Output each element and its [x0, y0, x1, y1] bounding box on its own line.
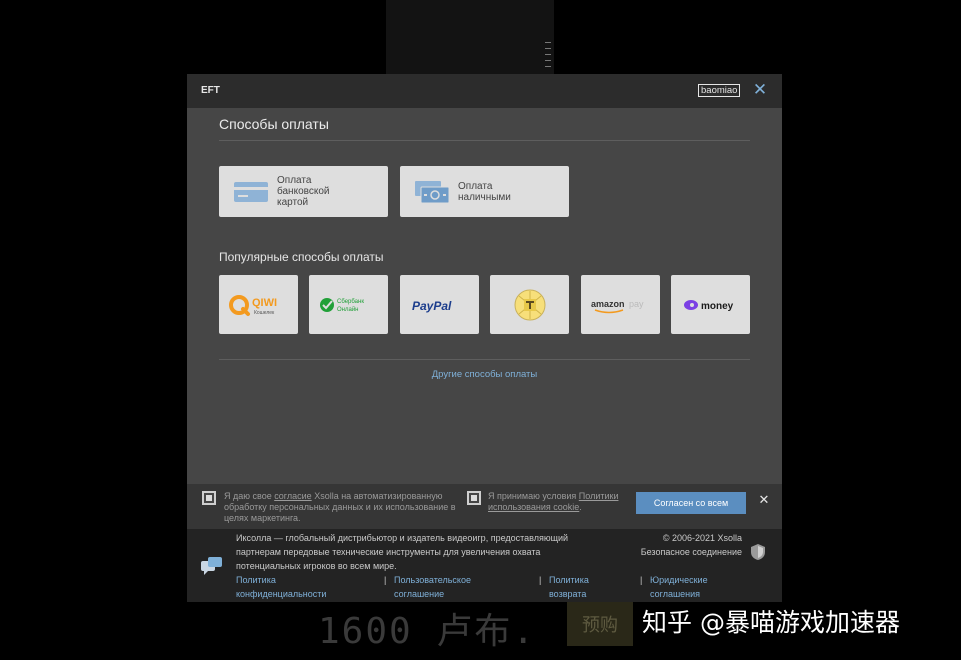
divider	[219, 140, 750, 141]
yoomoney-text: money	[701, 301, 734, 312]
legal-agreements-link[interactable]: Юридические соглашения	[650, 573, 735, 601]
consent-text-part: Я принимаю условия	[488, 491, 579, 501]
sberbank-logo: Сбербанк Онлайн	[319, 297, 364, 313]
copyright-text: © 2006-2021 Xsolla	[662, 533, 742, 543]
watermark: 知乎 @暴喵游戏加速器	[642, 608, 900, 637]
payment-modal: EFT baomiao ✕ Способы оплаты Оплата банк…	[187, 74, 782, 602]
accept-all-button[interactable]: Согласен со всем	[636, 492, 746, 514]
footer-separator: |	[640, 575, 643, 585]
cash-payment-button[interactable]: Оплата наличными	[400, 166, 569, 217]
consent-link[interactable]: согласие	[274, 491, 311, 501]
cookie-policy-text: Я принимаю условия Политики использовани…	[488, 491, 633, 513]
close-icon[interactable]: ✕	[752, 81, 768, 99]
card-payment-button[interactable]: Оплата банковской картой	[219, 166, 388, 217]
provider-tinkoff[interactable]	[490, 275, 569, 334]
qiwi-logo: QIWI Кошелек	[228, 294, 277, 316]
background-game-panel	[386, 0, 554, 74]
consent-close-icon[interactable]: ✕	[757, 492, 771, 510]
cash-payment-label: Оплата наличными	[458, 180, 511, 203]
footer-separator: |	[539, 575, 542, 585]
card-payment-label: Оплата банковской картой	[277, 175, 330, 208]
footer: Иксолла — глобальный дистрибьютор и изда…	[187, 529, 782, 602]
amazon-subtext: pay	[629, 299, 644, 309]
user-name[interactable]: baomiao	[698, 84, 741, 97]
marketing-consent-checkbox[interactable]	[202, 491, 216, 505]
provider-yoomoney[interactable]: money	[671, 275, 750, 334]
footer-separator: |	[384, 575, 387, 585]
consent-bar: Я даю свое согласие Xsolla на автоматизи…	[187, 484, 782, 529]
modal-header: EFT baomiao ✕	[187, 74, 782, 108]
credit-card-icon	[234, 181, 268, 202]
amazon-pay-logo: amazon pay	[591, 299, 644, 313]
background-scrollbar	[545, 42, 551, 70]
cash-icon	[415, 180, 450, 203]
provider-amazon-pay[interactable]: amazon pay	[581, 275, 660, 334]
privacy-policy-link[interactable]: Политика конфиденциальности	[236, 573, 346, 601]
payment-methods-title: Способы оплаты	[219, 116, 329, 132]
copyright: © 2006-2021 Xsolla Безопасное соединение	[627, 531, 742, 559]
background-price: 1600 卢布.	[318, 611, 537, 652]
cookie-policy-checkbox[interactable]	[467, 491, 481, 505]
other-payment-methods-link[interactable]: Другие способы оплаты	[187, 369, 782, 380]
qiwi-text: QIWI	[252, 297, 277, 309]
provider-paypal[interactable]: PayPal	[400, 275, 479, 334]
footer-description: Иксолла — глобальный дистрибьютор и изда…	[236, 533, 569, 571]
refund-policy-link[interactable]: Политика возврата	[549, 573, 619, 601]
paypal-logo: PayPal	[412, 299, 452, 313]
chat-icon	[201, 557, 222, 575]
consent-text-part: Я даю свое	[224, 491, 275, 501]
user-agreement-link[interactable]: Пользовательское соглашение	[394, 573, 494, 601]
divider	[219, 359, 750, 360]
paypal-text: PayPal	[412, 299, 452, 313]
provider-qiwi[interactable]: QIWI Кошелек	[219, 275, 298, 334]
tinkoff-logo	[514, 289, 545, 320]
modal-title: EFT	[201, 85, 220, 96]
sberbank-text: Сбербанк	[337, 299, 364, 305]
popular-methods-title: Популярные способы оплаты	[219, 250, 384, 264]
shield-icon	[751, 544, 765, 560]
screen: 1600 卢布. 预购 EFT baomiao ✕ Способы оплаты…	[0, 0, 961, 660]
qiwi-subtext: Кошелек	[254, 310, 275, 316]
yoomoney-logo: money	[683, 299, 734, 312]
amazon-text: amazon	[591, 299, 625, 309]
sberbank-subtext: Онлайн	[337, 306, 358, 313]
background-preorder-button[interactable]: 预购	[567, 602, 633, 646]
secure-connection-text: Безопасное соединение	[640, 547, 742, 557]
provider-sberbank[interactable]: Сбербанк Онлайн	[309, 275, 388, 334]
consent-text-part: .	[579, 502, 582, 512]
marketing-consent-text: Я даю свое согласие Xsolla на автоматизи…	[224, 491, 464, 524]
